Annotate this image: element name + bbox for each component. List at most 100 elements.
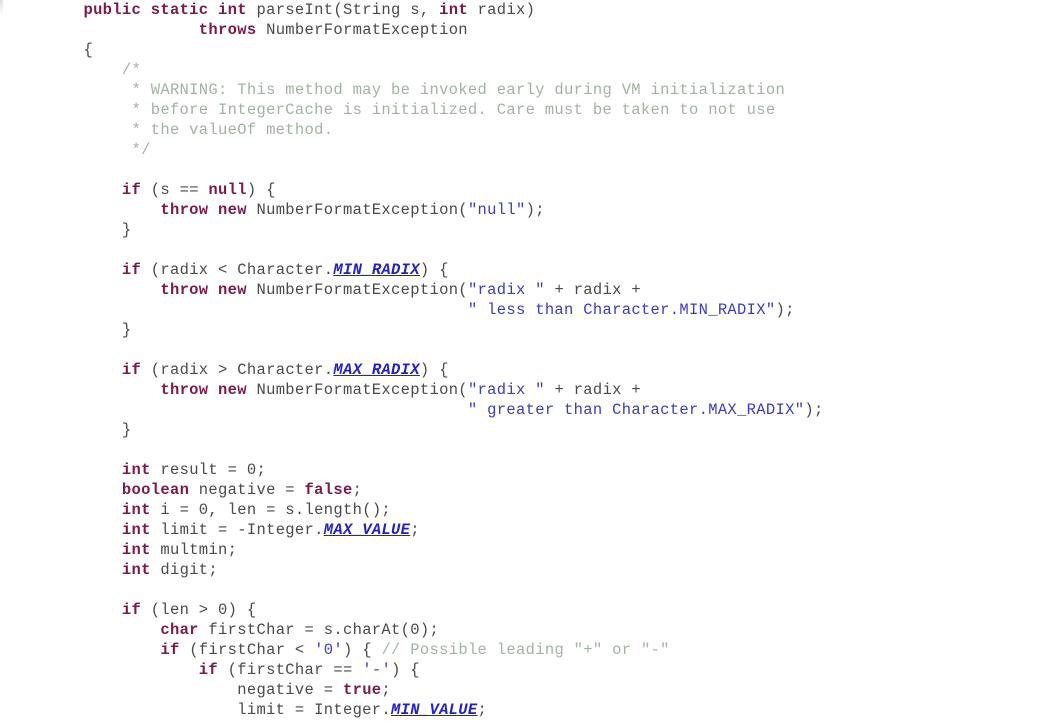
code-token-constant: MIN_VALUE [391,701,478,719]
code-line: boolean negative = false; [0,480,1046,500]
code-token-plain: + radix + [544,281,641,299]
code-token-comment: /* [45,61,142,79]
code-line: throws NumberFormatException [0,20,1046,40]
code-line: * WARNING: This method may be invoked ea… [0,80,1046,100]
code-token-plain: i = 0, len = s.length(); [150,501,392,519]
code-token-keyword: int [121,501,151,519]
code-token-plain: ; [410,521,420,539]
code-token-string: '0' [314,641,343,659]
code-token-plain: ; [352,481,363,499]
code-token-keyword: if [198,661,219,679]
code-token-keyword: char [160,621,199,639]
code-token-keyword: int [121,521,151,539]
code-token-string: " less than Character.MIN_RADIX" [467,301,776,319]
code-line: } [0,220,1046,240]
code-line: { [0,40,1046,60]
code-token-plain: (radix > Character. [141,361,334,379]
code-line: throw new NumberFormatException("radix "… [0,280,1046,300]
code-token-plain: ; [477,701,488,719]
code-token-plain: NumberFormatException( [256,381,468,399]
code-token-plain: ; [381,681,392,699]
code-token-keyword: throw new [160,281,257,299]
code-token-string: "radix " [467,381,545,399]
code-token-comment: * WARNING: This method may be invoked ea… [45,81,786,99]
code-token-plain: (firstChar < [179,641,315,659]
code-line: * before IntegerCache is initialized. Ca… [0,100,1046,120]
code-token-keyword: if [121,601,142,619]
code-token-plain: result = 0; [150,461,267,479]
code-line: } [0,420,1046,440]
code-token-plain: NumberFormatException [266,21,468,39]
code-token-plain: limit = -Integer. [150,521,324,539]
code-token-keyword: public static int [83,1,257,19]
code-token-constant: MAX_VALUE [323,521,411,539]
code-line: throw new NumberFormatException("null"); [0,200,1046,220]
code-token-plain: limit = Integer. [45,701,392,719]
code-token-plain: ); [804,401,824,419]
code-token-plain: radix) [477,1,536,19]
code-line: int result = 0; [0,460,1046,480]
code-token-keyword: true [342,681,382,699]
code-listing[interactable]: public static int parseInt(String s, int… [0,0,1046,721]
code-token-keyword: throw new [160,381,257,399]
code-line: if (firstChar < '0') { // Possible leadi… [0,640,1046,660]
code-token-plain: NumberFormatException( [256,281,468,299]
code-line: public static int parseInt(String s, int… [0,0,1046,20]
code-token-keyword: boolean [121,481,190,499]
code-token-string: " greater than Character.MAX_RADIX" [467,401,805,419]
code-token-keyword: int [121,461,151,479]
code-line: char firstChar = s.charAt(0); [0,620,1046,640]
code-line: int i = 0, len = s.length(); [0,500,1046,520]
code-token-plain: (radix < Character. [141,261,334,279]
code-line: int limit = -Integer.MAX_VALUE; [0,520,1046,540]
code-token-comment: * before IntegerCache is initialized. Ca… [45,101,776,119]
code-token-plain: ) { [391,661,420,679]
code-token-keyword: if [121,361,142,379]
code-token-keyword: if [160,641,180,659]
code-token-keyword: false [304,481,353,499]
code-token-plain: digit; [150,561,219,579]
code-token-plain: (s == [141,181,209,199]
code-token-plain: negative = [45,681,343,699]
code-token-comment: // Possible leading "+" or "-" [381,641,670,659]
code-token-string: "radix " [467,281,545,299]
code-line: limit = Integer.MIN_VALUE; [0,700,1046,720]
code-line: if (radix < Character.MIN_RADIX) { [0,260,1046,280]
code-token-plain: NumberFormatException( [256,201,468,219]
code-token-keyword: int [439,1,478,19]
code-line: " greater than Character.MAX_RADIX"); [0,400,1046,420]
code-token-constant: MIN_RADIX [333,261,420,279]
code-body[interactable]: public static int parseInt(String s, int… [0,0,1046,720]
code-line: if (firstChar == '-') { [0,660,1046,680]
code-token-comment: */ [45,141,151,159]
code-token-keyword: null [208,181,247,199]
code-line: * the valueOf method. [0,120,1046,140]
code-token-plain: ) { [419,261,449,279]
code-line: if (radix > Character.MAX_RADIX) { [0,360,1046,380]
code-token-plain: } [45,421,132,439]
code-token-keyword: int [121,541,151,559]
code-token-plain: { [45,41,94,59]
code-line: negative = true; [0,680,1046,700]
code-token-plain: (len > 0) { [141,601,257,619]
